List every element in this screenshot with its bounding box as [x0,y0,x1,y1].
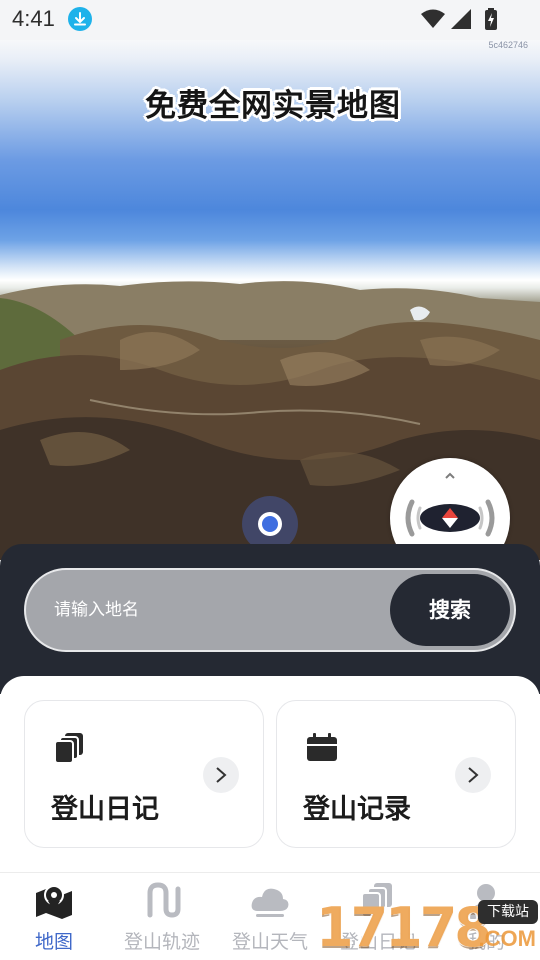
card-title: 登山记录 [303,794,411,825]
status-bar: 4:41 [0,0,540,40]
card-hiking-records[interactable]: 登山记录 [276,700,516,848]
nav-item-track[interactable]: 登山轨迹 [108,873,216,960]
download-icon [68,7,92,31]
card-arrow-button[interactable] [203,757,239,793]
nav-item-weather[interactable]: 登山天气 [216,873,324,960]
system-icons [420,8,500,30]
search-bar: 搜索 [24,568,516,652]
card-title: 登山日记 [51,794,159,825]
card-arrow-button[interactable] [455,757,491,793]
location-dot-core [262,516,278,532]
battery-icon [485,8,497,30]
feature-cards-sheet: 登山日记 登山记录 [0,676,540,876]
watermark-digits: 17178 [316,896,492,959]
nav-label: 登山轨迹 [123,931,200,953]
card-hiking-diary[interactable]: 登山日记 [24,700,264,848]
map-source-code: 5c462746 [488,40,528,50]
chevron-right-icon [216,767,227,783]
satellite-map-view[interactable]: 5c462746 免费全网实景地图 [0,40,540,560]
map-banner-title: 免费全网实景地图 [145,88,401,124]
watermark-tag: 下载站 [478,900,538,924]
status-time: 4:41 [12,6,55,31]
wifi-icon [421,9,445,28]
watermark-suffix: .COM [478,926,536,951]
notes-stack-icon [54,733,83,764]
cloud-icon [251,888,289,917]
search-button[interactable]: 搜索 [390,574,510,646]
location-dot-ring [258,512,282,536]
track-icon [147,882,181,918]
signal-icon [451,9,471,29]
nav-item-map[interactable]: 地图 [0,873,108,960]
calendar-icon [307,733,337,761]
search-input[interactable] [54,590,354,630]
nav-label: 地图 [34,931,73,953]
search-panel: 搜索 [0,544,540,694]
chevron-right-icon [468,767,479,783]
site-watermark: 17178 下载站 .COM [316,896,540,960]
nav-label: 登山天气 [231,931,308,953]
map-icon [36,885,72,919]
